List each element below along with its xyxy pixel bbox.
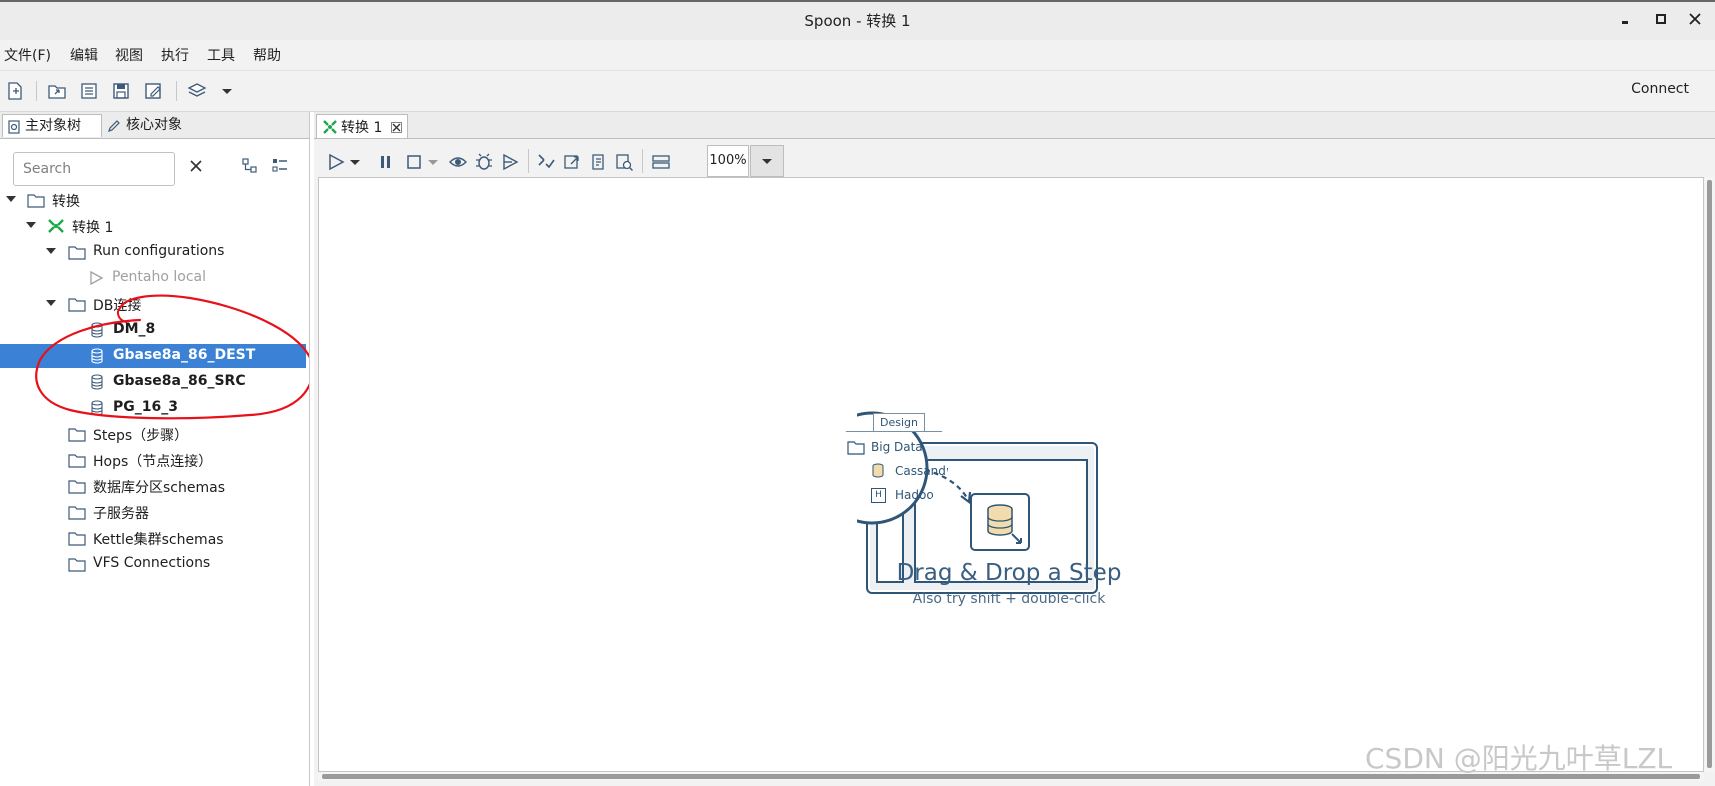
toolbar-separator: [36, 81, 37, 101]
hadoop-icon: H: [871, 488, 886, 503]
impact-icon[interactable]: [562, 152, 582, 172]
drag-drop-subtitle: Also try shift + double-click: [912, 591, 1106, 607]
tab-trans-1-label: 转换 1: [341, 120, 383, 136]
run-dropdown-icon[interactable]: [348, 152, 362, 172]
menu-action[interactable]: 执行: [161, 45, 189, 65]
debug-icon[interactable]: [474, 152, 494, 172]
stop-dropdown-icon[interactable]: [426, 152, 440, 172]
menu-tools[interactable]: 工具: [207, 45, 235, 65]
run-icon[interactable]: [326, 152, 346, 172]
new-file-icon[interactable]: [4, 80, 26, 102]
big-data-label: Big Data: [871, 440, 923, 454]
minimize-button[interactable]: [1614, 8, 1636, 30]
red-annotation-circle: [35, 294, 309, 420]
close-window-button[interactable]: [1684, 8, 1706, 30]
toolbar-separator: [642, 149, 643, 173]
explore-db-icon[interactable]: [614, 152, 634, 172]
sql-icon[interactable]: [588, 152, 608, 172]
zoom-dropdown-button[interactable]: [750, 145, 784, 177]
preview-icon[interactable]: [448, 152, 468, 172]
close-tab-icon[interactable]: [391, 122, 402, 133]
menu-file[interactable]: 文件(F): [4, 45, 51, 65]
hadoop-label: Hadoo: [895, 488, 934, 502]
tab-underline: [839, 431, 949, 432]
maximize-icon: [1656, 14, 1666, 24]
tree-node-vfs-connections[interactable]: VFS Connections: [0, 552, 306, 576]
design-tab-label: Design: [873, 413, 925, 432]
drag-drop-illustration: [857, 411, 1098, 594]
menu-view[interactable]: 视图: [115, 45, 143, 65]
save-as-icon[interactable]: [142, 80, 164, 102]
toolbar-separator: [528, 149, 529, 173]
cassandra-label: Cassandr: [895, 464, 949, 478]
cassandra-icon: [872, 463, 884, 478]
transformation-canvas[interactable]: Design Big Data Cassandr H Hadoo Drag & …: [318, 177, 1704, 772]
chevron-down-icon: [762, 159, 772, 164]
open-folder-icon[interactable]: [46, 80, 68, 102]
zoom-input[interactable]: 100%: [707, 145, 749, 177]
close-icon: [1689, 13, 1701, 25]
folder-icon: [68, 558, 86, 572]
drag-drop-title: Drag & Drop a Step: [896, 560, 1122, 586]
transformation-icon: [323, 120, 337, 134]
tree-label: VFS Connections: [93, 555, 211, 571]
connect-button[interactable]: Connect: [1631, 81, 1689, 97]
main-toolbar: Connect: [0, 71, 1715, 112]
left-panel: 主对象树 核心对象 转换 转换 1 Run configurations Pen…: [0, 112, 310, 786]
editor-panel: 转换 1 100% Design Big Data Cassandr H Had…: [314, 112, 1715, 786]
editor-tabs: [314, 112, 1715, 139]
folder-icon: [847, 441, 865, 455]
explore-repository-icon[interactable]: [78, 80, 100, 102]
show-results-icon[interactable]: [650, 152, 672, 172]
stop-icon[interactable]: [404, 152, 424, 172]
pause-icon[interactable]: [376, 152, 396, 172]
menu-help[interactable]: 帮助: [253, 45, 281, 65]
tree-label: Kettle集群schemas: [93, 532, 224, 548]
replay-icon[interactable]: [500, 152, 520, 172]
window-title: Spoon - 转换 1: [804, 12, 911, 30]
minimize-icon: [1622, 21, 1628, 24]
maximize-button[interactable]: [1650, 8, 1672, 30]
dropdown-arrow-icon[interactable]: [216, 80, 238, 102]
verify-icon[interactable]: [536, 152, 556, 172]
folder-icon: [68, 532, 86, 546]
vertical-scrollbar-thumb[interactable]: [1707, 180, 1712, 768]
save-icon[interactable]: [110, 80, 132, 102]
toolbar-separator: [176, 81, 177, 101]
menu-edit[interactable]: 编辑: [70, 45, 98, 65]
watermark: CSDN @阳光九叶草LZL: [1365, 742, 1673, 775]
tab-trans-1[interactable]: 转换 1: [316, 114, 408, 138]
layers-icon[interactable]: [186, 80, 208, 102]
magnifier-content: Design Big Data Cassandr H Hadoo: [839, 403, 949, 513]
